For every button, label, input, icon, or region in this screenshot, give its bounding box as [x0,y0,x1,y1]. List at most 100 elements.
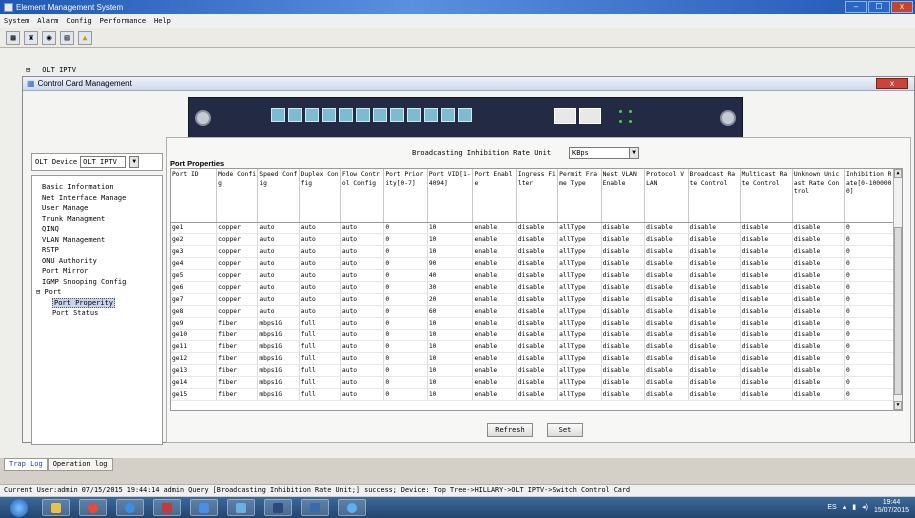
app-icon[interactable] [301,499,329,516]
table-cell[interactable]: disable [740,388,793,401]
table-cell[interactable]: copper [216,281,259,294]
table-cell[interactable]: auto [340,340,385,354]
table-cell[interactable]: copper [216,293,259,306]
table-cell[interactable]: 30 [427,281,474,294]
table-cell[interactable]: disable [601,281,646,294]
nav-item-port-properity[interactable]: Port Properity [36,297,158,309]
column-header[interactable]: Port Enable [472,169,517,223]
table-cell[interactable]: allType [557,222,602,235]
table-cell[interactable]: copper [216,305,259,318]
chevron-down-icon[interactable]: ▼ [629,147,639,159]
port-icon[interactable] [390,108,404,122]
table-cell[interactable]: disable [601,245,646,259]
table-cell[interactable]: 10 [427,376,474,389]
table-cell[interactable]: auto [340,317,385,330]
table-cell[interactable]: mbps1G [257,329,300,342]
topology-icon[interactable]: ♜ [24,30,38,45]
table-cell[interactable]: disable [644,329,689,342]
table-cell[interactable]: auto [340,233,385,247]
menu-performance[interactable]: Performance [100,17,146,25]
scroll-thumb[interactable] [894,227,902,395]
table-cell[interactable]: fiber [216,388,259,401]
table-cell[interactable]: fiber [216,364,259,378]
menu-alarm[interactable]: Alarm [37,17,58,25]
port-icon[interactable] [407,108,421,122]
table-cell[interactable]: disable [740,364,793,378]
table-cell[interactable]: enable [472,233,517,247]
table-cell[interactable]: auto [257,257,300,271]
table-cell[interactable]: disable [688,388,741,401]
table-cell[interactable]: allType [557,269,602,282]
table-cell[interactable]: 10 [427,222,474,235]
table-cell[interactable]: disable [740,352,793,366]
menu-help[interactable]: Help [154,17,171,25]
nav-item-vlan[interactable]: VLAN Management [36,235,158,246]
table-cell[interactable]: 0 [383,281,428,294]
vertical-scrollbar[interactable]: ▲ ▼ [893,169,902,410]
nav-item-port-status[interactable]: Port Status [36,308,158,319]
table-cell[interactable]: disable [688,340,741,354]
ie-icon[interactable] [116,499,144,516]
table-cell[interactable]: disable [688,352,741,366]
table-cell[interactable]: 90 [427,257,474,271]
close-button[interactable]: x [891,1,913,13]
set-button[interactable]: Set [547,423,583,437]
table-cell[interactable]: auto [340,269,385,282]
table-cell[interactable]: enable [472,376,517,389]
table-cell[interactable]: disable [516,281,559,294]
table-cell[interactable]: ge13 [171,364,218,378]
start-button[interactable] [10,498,28,517]
app-icon[interactable] [153,499,181,516]
scroll-down-icon[interactable]: ▼ [894,401,902,410]
table-cell[interactable]: auto [340,281,385,294]
table-cell[interactable]: allType [557,233,602,247]
config-icon[interactable]: ▤ [60,30,74,45]
table-cell[interactable]: ge10 [171,329,218,342]
table-cell[interactable]: disable [740,340,793,354]
table-cell[interactable]: 10 [427,317,474,330]
table-cell[interactable]: allType [557,293,602,306]
table-row[interactable]: ge10 fiber mbps1G full auto 0 10 enable disable a… [171,329,896,342]
table-cell[interactable]: 0 [383,245,428,259]
explorer-icon[interactable] [42,499,70,516]
table-cell[interactable]: disable [740,257,793,271]
rate-unit-select[interactable]: KBps ▼ [569,147,639,159]
table-cell[interactable]: disable [516,269,559,282]
table-cell[interactable]: disable [516,329,559,342]
table-cell[interactable]: auto [257,269,300,282]
table-cell[interactable]: ge12 [171,352,218,366]
table-cell[interactable]: disable [792,245,845,259]
table-cell[interactable]: fiber [216,317,259,330]
table-cell[interactable]: 0 [383,233,428,247]
table-row[interactable]: ge15 fiber mbps1G full auto 0 10 enable disable a… [171,388,896,401]
column-header[interactable]: Multicast Rate Control [740,169,793,223]
table-cell[interactable]: disable [644,245,689,259]
table-cell[interactable]: 0 [844,388,896,401]
menu-system[interactable]: System [4,17,29,25]
column-header[interactable]: Port Priority[0-7] [383,169,428,223]
table-row[interactable]: ge11 fiber mbps1G full auto 0 10 enable disable a… [171,340,896,354]
table-cell[interactable]: enable [472,281,517,294]
table-cell[interactable]: 0 [383,340,428,354]
table-cell[interactable]: mbps1G [257,364,300,378]
port-icon[interactable] [373,108,387,122]
table-cell[interactable]: disable [516,352,559,366]
port-icon[interactable] [288,108,302,122]
table-row[interactable]: ge4 copper auto auto auto 0 90 enable disable all… [171,257,896,271]
table-cell[interactable]: disable [601,388,646,401]
table-cell[interactable]: disable [688,293,741,306]
nav-item-basic-information[interactable]: Basic Information [36,182,158,193]
table-cell[interactable]: auto [299,269,341,282]
table-cell[interactable]: disable [792,317,845,330]
table-cell[interactable]: disable [792,329,845,342]
column-header[interactable]: Inhibition Rate[0-1000000] [844,169,896,223]
table-cell[interactable]: disable [644,222,689,235]
table-cell[interactable]: enable [472,340,517,354]
chrome-icon[interactable] [79,499,107,516]
table-cell[interactable]: disable [601,305,646,318]
table-cell[interactable]: disable [792,305,845,318]
table-cell[interactable]: 10 [427,388,474,401]
table-row[interactable]: ge12 fiber mbps1G full auto 0 10 enable disable a… [171,352,896,366]
table-cell[interactable]: 0 [844,364,896,378]
table-cell[interactable]: auto [340,293,385,306]
